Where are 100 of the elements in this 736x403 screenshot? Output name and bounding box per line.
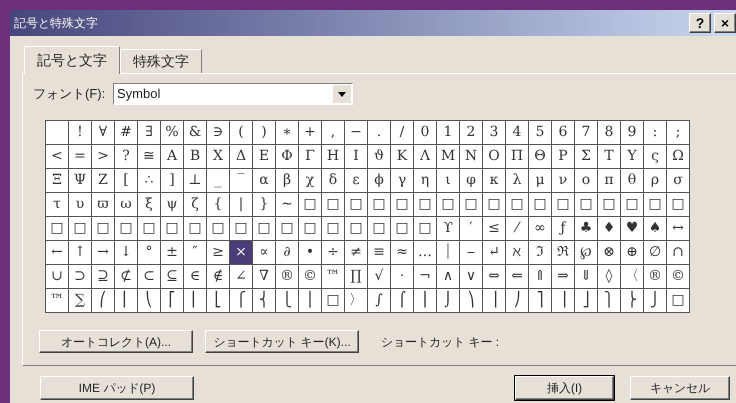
symbol-cell[interactable]: ω (115, 193, 138, 217)
symbol-cell[interactable]: ! (69, 121, 92, 145)
symbol-cell[interactable]: ζ (184, 193, 207, 217)
symbol-cell[interactable]: ⊥ (184, 169, 207, 193)
symbol-cell[interactable]: □ (207, 217, 230, 241)
symbol-cell[interactable]: ∅ (644, 241, 667, 265)
symbol-cell[interactable]: ϕ (368, 169, 391, 193)
symbol-cell[interactable]: ℘ (575, 241, 598, 265)
symbol-cell[interactable]: 〉 (345, 289, 368, 313)
symbol-cell[interactable]: □ (69, 217, 92, 241)
symbol-cell[interactable]: ⌡ (437, 289, 460, 313)
symbol-cell[interactable]: ⇐ (506, 265, 529, 289)
symbol-cell[interactable]: ® (644, 265, 667, 289)
symbol-cell[interactable]: ⎦ (575, 289, 598, 313)
symbol-cell[interactable]: ⎣ (207, 289, 230, 313)
symbol-cell[interactable]: Μ (437, 145, 460, 169)
symbol-cell[interactable]: Ω (667, 145, 690, 169)
symbol-cell[interactable]: ⎢ (184, 289, 207, 313)
symbol-cell[interactable]: [ (115, 169, 138, 193)
symbol-cell[interactable]: ε (345, 169, 368, 193)
symbol-cell[interactable]: 3 (483, 121, 506, 145)
symbol-cell[interactable]: ÷ (322, 241, 345, 265)
symbol-cell[interactable]: □ (253, 217, 276, 241)
symbol-cell[interactable]: 8 (598, 121, 621, 145)
symbol-cell[interactable]: □ (529, 193, 552, 217)
symbol-cell[interactable]: ≅ (138, 145, 161, 169)
symbol-cell[interactable]: # (115, 121, 138, 145)
symbol-cell[interactable]: ∉ (207, 265, 230, 289)
symbol-cell[interactable]: ο (575, 169, 598, 193)
symbol-cell[interactable]: 2 (460, 121, 483, 145)
symbol-cell[interactable]: … (414, 241, 437, 265)
symbol-cell[interactable]: Φ (276, 145, 299, 169)
symbol-cell[interactable]: ∩ (667, 241, 690, 265)
symbol-cell[interactable]: τ (46, 193, 69, 217)
symbol-cell[interactable]: Θ (529, 145, 552, 169)
symbol-cell[interactable]: ⊂ (138, 265, 161, 289)
cancel-button[interactable]: キャンセル (630, 376, 730, 400)
symbol-cell[interactable]: ⇔ (483, 265, 506, 289)
ime-pad-button[interactable]: IME パッド(P) (40, 376, 194, 400)
symbol-cell[interactable]: Β (184, 145, 207, 169)
symbol-cell[interactable]: ≈ (391, 241, 414, 265)
autocorrect-button[interactable]: オートコレクト(A)... (39, 330, 193, 353)
symbol-cell[interactable]: { (207, 193, 230, 217)
symbol-cell[interactable]: κ (483, 169, 506, 193)
symbol-cell[interactable]: ξ (138, 193, 161, 217)
symbol-cell[interactable]: □ (92, 217, 115, 241)
symbol-cell[interactable]: × (230, 241, 253, 265)
symbol-cell[interactable]: □ (414, 193, 437, 217)
symbol-cell[interactable]: υ (69, 193, 92, 217)
symbol-cell[interactable]: □ (345, 217, 368, 241)
symbol-cell[interactable]: 0 (414, 121, 437, 145)
symbol-cell[interactable]: ⇒ (552, 265, 575, 289)
symbol-cell[interactable]: □ (667, 193, 690, 217)
symbol-cell[interactable]: □ (391, 193, 414, 217)
symbol-cell[interactable]: ↓ (115, 241, 138, 265)
symbol-cell[interactable]: > (92, 145, 115, 169)
symbol-cell[interactable]: ⎥ (552, 289, 575, 313)
symbol-cell[interactable]: □ (138, 217, 161, 241)
symbol-cell[interactable]: ⊄ (115, 265, 138, 289)
symbol-cell[interactable]: π (598, 169, 621, 193)
symbol-cell[interactable]: − (345, 121, 368, 145)
symbol-cell[interactable]: © (667, 265, 690, 289)
symbol-cell[interactable]: Ε (253, 145, 276, 169)
symbol-cell[interactable]: ≤ (483, 217, 506, 241)
symbol-cell[interactable]: ? (115, 145, 138, 169)
symbol-cell[interactable]: Ν (460, 145, 483, 169)
symbol-cell[interactable]: ] (161, 169, 184, 193)
symbol-cell[interactable]: ⎡ (161, 289, 184, 313)
symbol-cell[interactable]: ⎭ (644, 289, 667, 313)
symbol-cell[interactable]: γ (391, 169, 414, 193)
symbol-cell[interactable]: ″ (184, 241, 207, 265)
symbol-cell[interactable]: δ (322, 169, 345, 193)
symbol-cell[interactable]: ⎪ (299, 289, 322, 313)
symbol-cell[interactable]: Ζ (92, 169, 115, 193)
symbol-cell[interactable]: □ (322, 289, 345, 313)
symbol-cell[interactable]: ) (253, 121, 276, 145)
help-button[interactable]: ? (689, 13, 711, 33)
symbol-cell[interactable]: ∧ (437, 265, 460, 289)
symbol-cell[interactable]: ⎛ (92, 289, 115, 313)
symbol-cell[interactable]: ⏐ (437, 241, 460, 265)
symbol-cell[interactable]: 6 (552, 121, 575, 145)
symbol-cell[interactable]: ↑ (69, 241, 92, 265)
symbol-cell[interactable]: ( (230, 121, 253, 145)
symbol-cell[interactable]: Γ (299, 145, 322, 169)
symbol-cell[interactable]: □ (506, 193, 529, 217)
symbol-cell[interactable]: □ (598, 193, 621, 217)
symbol-cell[interactable]: ∀ (92, 121, 115, 145)
symbol-cell[interactable]: θ (621, 169, 644, 193)
symbol-cell[interactable]: ⎤ (529, 289, 552, 313)
symbol-cell[interactable]: ∴ (138, 169, 161, 193)
symbol-cell[interactable]: □ (552, 193, 575, 217)
symbol-cell[interactable]: ⋅ (391, 265, 414, 289)
symbol-cell[interactable]: ℵ (506, 241, 529, 265)
symbol-cell[interactable]: ⇑ (529, 265, 552, 289)
symbol-cell[interactable]: ♥ (621, 217, 644, 241)
symbol-cell[interactable]: + (299, 121, 322, 145)
symbol-cell[interactable]: 7 (575, 121, 598, 145)
symbol-cell[interactable]: ° (138, 241, 161, 265)
symbol-cell[interactable]: □ (368, 217, 391, 241)
symbol-cell[interactable]: □ (437, 193, 460, 217)
